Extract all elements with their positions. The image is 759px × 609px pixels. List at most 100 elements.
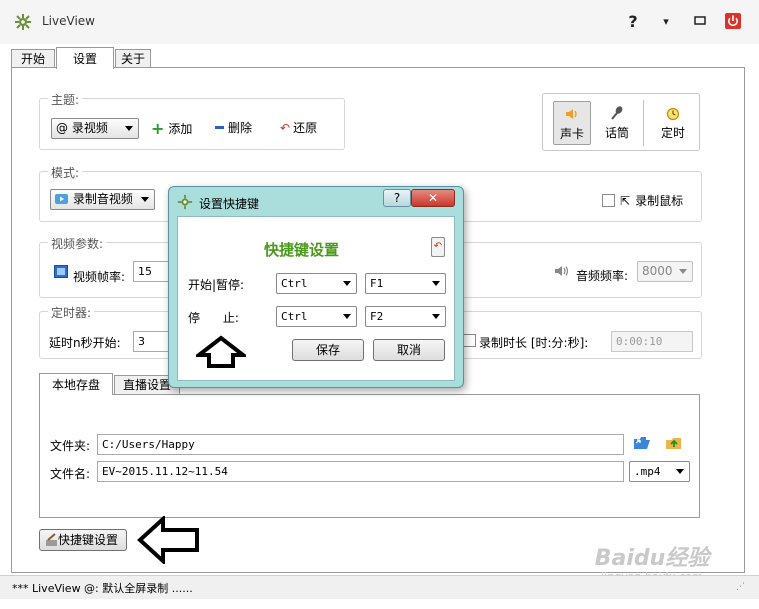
filename-input[interactable]: EV~2015.11.12~11.54 (97, 461, 624, 482)
mode-select-value: 录制音视频 (72, 192, 133, 206)
app-title: LiveView (42, 14, 95, 28)
stop-key-select[interactable]: F2 (365, 306, 446, 327)
chevron-down-icon (141, 197, 149, 202)
timer-legend: 定时器: (48, 304, 95, 321)
format-select[interactable]: .mp4 (629, 461, 690, 482)
record-mouse-label: 录制鼠标 (635, 194, 684, 208)
start-pause-modifier-select[interactable]: Ctrl (276, 273, 357, 294)
audio-rate-value: 8000 (642, 264, 673, 278)
timer-label: 定时 (660, 126, 685, 140)
filename-label: 文件名: (50, 467, 91, 481)
video-legend: 视频参数: (48, 235, 107, 252)
cursor-icon: ⇱ (620, 193, 631, 208)
theme-add-label: 添加 (168, 122, 193, 136)
upload-folder-icon[interactable] (665, 435, 683, 451)
microphone-toggle[interactable]: 话筒 (598, 101, 636, 145)
menu-dropdown-button[interactable]: ▾ (654, 10, 678, 32)
record-mouse-option: ⇱ 录制鼠标 (602, 192, 683, 209)
tab-about[interactable]: 关于 (115, 49, 151, 69)
power-icon (725, 13, 741, 29)
folder-input[interactable]: C:/Users/Happy (97, 434, 624, 455)
tab-local-storage[interactable]: 本地存盘 (39, 373, 113, 395)
tab-settings[interactable]: 设置 (56, 47, 114, 69)
dialog-reset-button[interactable]: ↶ (431, 237, 445, 257)
minimize-icon (694, 16, 706, 25)
dialog-title: 设置快捷键 (199, 197, 260, 211)
chevron-down-icon (343, 281, 351, 286)
close-button[interactable] (721, 10, 745, 32)
chevron-down-icon (676, 469, 684, 474)
theme-delete-button[interactable]: 删除 (215, 119, 252, 136)
delay-input[interactable]: 3 (133, 331, 173, 352)
hotkey-settings-button[interactable]: 快捷键设置 (39, 529, 127, 551)
format-value: .mp4 (634, 465, 661, 478)
chevron-down-icon (343, 314, 351, 319)
record-mouse-checkbox[interactable] (602, 194, 615, 207)
theme-add-button[interactable]: + 添加 (151, 119, 192, 138)
theme-restore-button[interactable]: ↶ 还原 (280, 119, 317, 136)
tab-start[interactable]: 开始 (11, 49, 55, 69)
soundcard-toggle[interactable]: 声卡 (553, 101, 591, 145)
help-button[interactable]: ? (621, 10, 645, 32)
stop-label: 停 止: (188, 311, 239, 325)
title-bar: LiveView ? ▾ (0, 0, 759, 44)
annotation-arrow-up-icon (196, 335, 246, 368)
duration-input[interactable]: 0:00:10 (611, 331, 693, 352)
dialog-body: 快捷键设置 ↶ 开始|暂停: Ctrl F1 停 止: Ctrl F2 保存 取… (177, 216, 455, 381)
start-pause-label: 开始|暂停: (188, 278, 245, 292)
minus-icon (215, 126, 224, 129)
microphone-label: 话筒 (604, 126, 629, 140)
audio-rate-select[interactable]: 8000 (637, 261, 693, 282)
speaker-icon (566, 109, 577, 119)
soundcard-label: 声卡 (559, 127, 584, 141)
stop-modifier-value: Ctrl (281, 310, 308, 323)
timer-toggle[interactable]: 定时 (652, 101, 694, 145)
dialog-heading: 快捷键设置 (264, 241, 340, 259)
keyboard-pen-icon (46, 533, 57, 546)
theme-restore-label: 还原 (293, 121, 318, 135)
chevron-down-icon (432, 314, 440, 319)
theme-delete-label: 删除 (228, 121, 253, 135)
minimize-button[interactable] (688, 10, 712, 32)
alarm-clock-icon (666, 107, 680, 121)
toolbar-divider (643, 100, 644, 146)
status-bar: *** LiveView @: 默认全屏录制 ...... ⋰ (0, 575, 759, 599)
mode-legend: 模式: (48, 164, 83, 181)
start-pause-key-select[interactable]: F1 (365, 273, 446, 294)
hotkey-dialog: 设置快捷键 ? ✕ 快捷键设置 ↶ 开始|暂停: Ctrl F1 停 止: Ct… (168, 186, 464, 388)
fps-input[interactable]: 15 (133, 261, 173, 282)
audio-rate-label: 音频频率: (576, 269, 629, 283)
dialog-help-button[interactable]: ? (383, 189, 411, 207)
start-pause-modifier-value: Ctrl (281, 277, 308, 290)
stop-modifier-select[interactable]: Ctrl (276, 306, 357, 327)
folder-label: 文件夹: (50, 439, 91, 453)
watermark-brand: Baidu经验 (594, 546, 710, 571)
filmstrip-icon (54, 265, 68, 278)
dialog-close-button[interactable]: ✕ (411, 189, 455, 207)
dialog-logo-icon (177, 194, 193, 210)
theme-select-icon: @ (56, 121, 68, 135)
duration-checkbox[interactable] (463, 334, 476, 347)
hotkey-settings-label: 快捷键设置 (58, 533, 119, 547)
undo-icon: ↶ (433, 241, 443, 252)
save-button[interactable]: 保存 (292, 339, 364, 361)
chevron-down-icon (432, 281, 440, 286)
theme-select[interactable]: @ 录视频 (51, 118, 139, 139)
mode-select[interactable]: 录制音视频 (50, 189, 155, 210)
theme-select-value: 录视频 (71, 121, 108, 135)
fps-label: 视频帧率: (73, 270, 126, 284)
status-text: *** LiveView @: 默认全屏录制 ...... (12, 582, 193, 595)
film-icon (55, 194, 68, 204)
open-folder-icon[interactable] (633, 435, 651, 451)
audio-source-toolbar: 声卡 话筒 定时 (542, 93, 700, 151)
volume-icon (555, 266, 569, 276)
stop-key-value: F2 (370, 310, 384, 323)
microphone-icon (611, 106, 623, 120)
start-pause-key-value: F1 (370, 277, 384, 290)
duration-label: 录制时长 [时:分:秒]: (479, 336, 589, 350)
theme-legend: 主题: (48, 91, 83, 108)
chevron-down-icon (125, 126, 133, 131)
resize-grip-icon[interactable]: ⋰ (736, 582, 745, 592)
cancel-button[interactable]: 取消 (373, 339, 445, 361)
local-storage-pane: 文件夹: C:/Users/Happy 文件名: EV~2015.11.12~1… (39, 394, 700, 518)
